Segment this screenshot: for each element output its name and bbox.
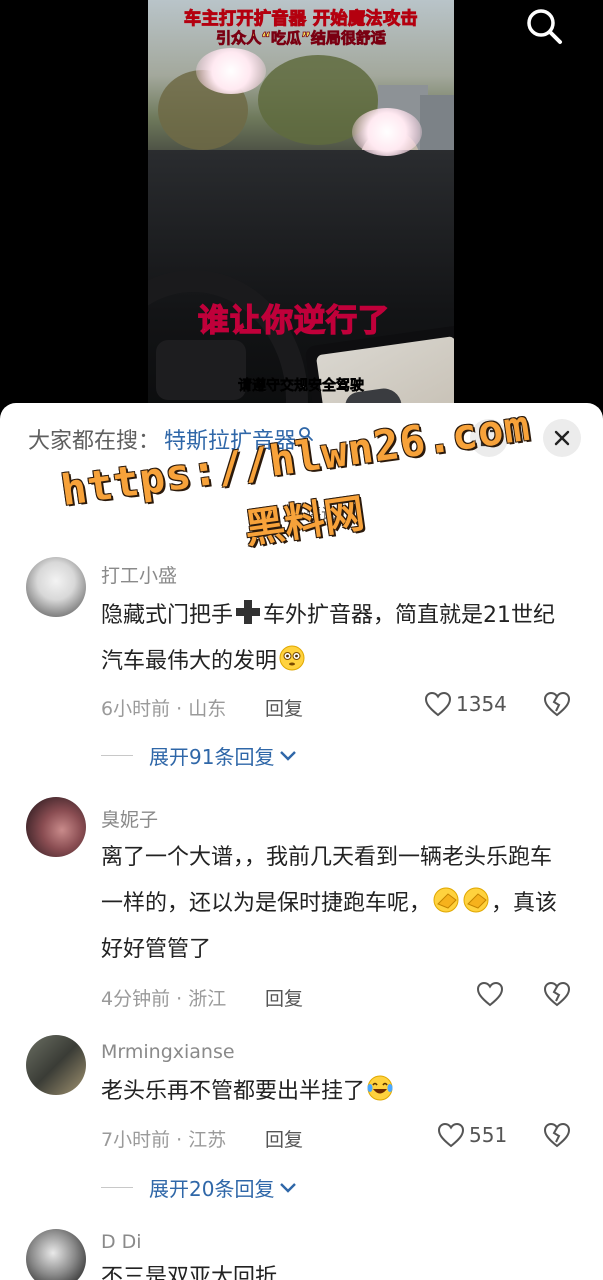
comment-count: 4…条评论	[266, 505, 337, 523]
expand-replies-label: 展开20条回复	[149, 1177, 275, 1201]
like-count: 551	[469, 1123, 508, 1147]
comment-text: 隐藏式门把手 车外扩音器，简直就是21世纪汽车最伟大的发明	[101, 593, 571, 685]
flushed-face-emoji-icon	[279, 645, 305, 671]
reply-button[interactable]: 回复	[265, 984, 303, 1011]
comment-text: 离了一个大谱，，我前几天看到一辆老头乐跑车一样的，还以为是保时捷跑车呢， ，真该好…	[101, 835, 571, 973]
watermark-url: https://hlwn26.com	[57, 403, 534, 516]
expand-replies-label: 展开91条回复	[149, 745, 275, 769]
search-suggestion-keyword[interactable]: 特斯拉扩音器	[164, 423, 296, 455]
video-title-line2: 引众人“吃瓜”结局很舒适	[216, 29, 387, 48]
chevron-down-icon	[280, 1182, 297, 1193]
blur-sticker	[352, 108, 422, 156]
reply-button[interactable]: 回复	[265, 1125, 303, 1152]
divider-line	[101, 755, 133, 756]
broken-heart-icon	[543, 981, 571, 1007]
close-sheet-button[interactable]	[543, 419, 581, 457]
chevron-down-icon	[280, 750, 297, 761]
divider-line	[101, 1187, 133, 1188]
comment-username[interactable]: Mrmingxianse	[101, 1041, 235, 1063]
comment-username[interactable]: 臭妮子	[101, 805, 158, 832]
search-icon	[299, 427, 313, 441]
broken-heart-icon	[543, 1122, 571, 1148]
video-title-line1: 车主打开扩音器 开始魔法攻击	[184, 9, 418, 30]
like-button[interactable]	[476, 981, 508, 1007]
search-suggestion-prefix: 大家都在搜：	[28, 429, 161, 454]
comment-time-location: 6小时前 · 山东	[101, 698, 227, 720]
comment-username[interactable]: D Di	[101, 1231, 142, 1253]
comment-text-part: 老头乐再不管都要出半挂了	[101, 1079, 366, 1104]
expand-replies-button[interactable]: 展开20条回复	[101, 1173, 298, 1202]
search-icon[interactable]	[524, 6, 564, 46]
heart-icon	[437, 1122, 465, 1148]
heart-icon	[424, 691, 452, 717]
video-player[interactable]: 车主打开扩音器 开始魔法攻击 引众人“吃瓜”结局很舒适 谁让你逆行了 请遵守交规…	[0, 0, 603, 420]
avatar[interactable]	[26, 797, 86, 857]
dislike-button[interactable]	[543, 691, 571, 721]
comment-text: 不三是双亚大回折	[101, 1255, 571, 1280]
laughing-tears-emoji-icon	[367, 1075, 393, 1101]
like-button[interactable]: 551	[437, 1122, 507, 1148]
reply-button[interactable]: 回复	[265, 694, 303, 721]
blur-sticker	[196, 48, 266, 94]
avatar[interactable]	[26, 557, 86, 617]
like-button[interactable]: 1354	[424, 691, 507, 717]
comment-sheet: 大家都在搜： 特斯拉扩音器 4…条评论 打工小盛 隐藏式门把手 车外扩音器，简直就…	[0, 403, 603, 1280]
search-suggestion[interactable]: 大家都在搜： 特斯拉扩音器	[28, 423, 314, 455]
expand-replies-button[interactable]: 展开91条回复	[101, 741, 298, 770]
video-caption-small: 请遵守交规安全驾驶	[238, 378, 365, 395]
video-frame: 车主打开扩音器 开始魔法攻击 引众人“吃瓜”结局很舒适 谁让你逆行了 请遵守交规…	[148, 0, 454, 420]
broken-heart-icon	[543, 691, 571, 717]
comment-text: 老头乐再不管都要出半挂了	[101, 1069, 571, 1115]
avatar[interactable]	[26, 1229, 86, 1280]
comment-text-part: 隐藏式门把手	[101, 603, 234, 628]
video-caption-big: 谁让你逆行了	[197, 302, 390, 340]
expand-icon	[480, 429, 498, 447]
like-count: 1354	[456, 692, 507, 716]
comment-text-part: 不三是双亚大回折	[101, 1265, 278, 1280]
heart-icon	[476, 981, 504, 1007]
expand-sheet-button[interactable]	[470, 419, 508, 457]
face-palm-emoji-icon	[463, 887, 489, 913]
close-icon	[554, 430, 570, 446]
comment-username[interactable]: 打工小盛	[101, 561, 177, 588]
plus-emoji-icon	[236, 600, 261, 624]
avatar[interactable]	[26, 1035, 86, 1095]
dislike-button[interactable]	[543, 1122, 571, 1152]
face-palm-emoji-icon	[433, 887, 459, 913]
comment-time-location: 4分钟前 · 浙江	[101, 988, 227, 1010]
comment-time-location: 7小时前 · 江苏	[101, 1129, 227, 1151]
dislike-button[interactable]	[543, 981, 571, 1011]
